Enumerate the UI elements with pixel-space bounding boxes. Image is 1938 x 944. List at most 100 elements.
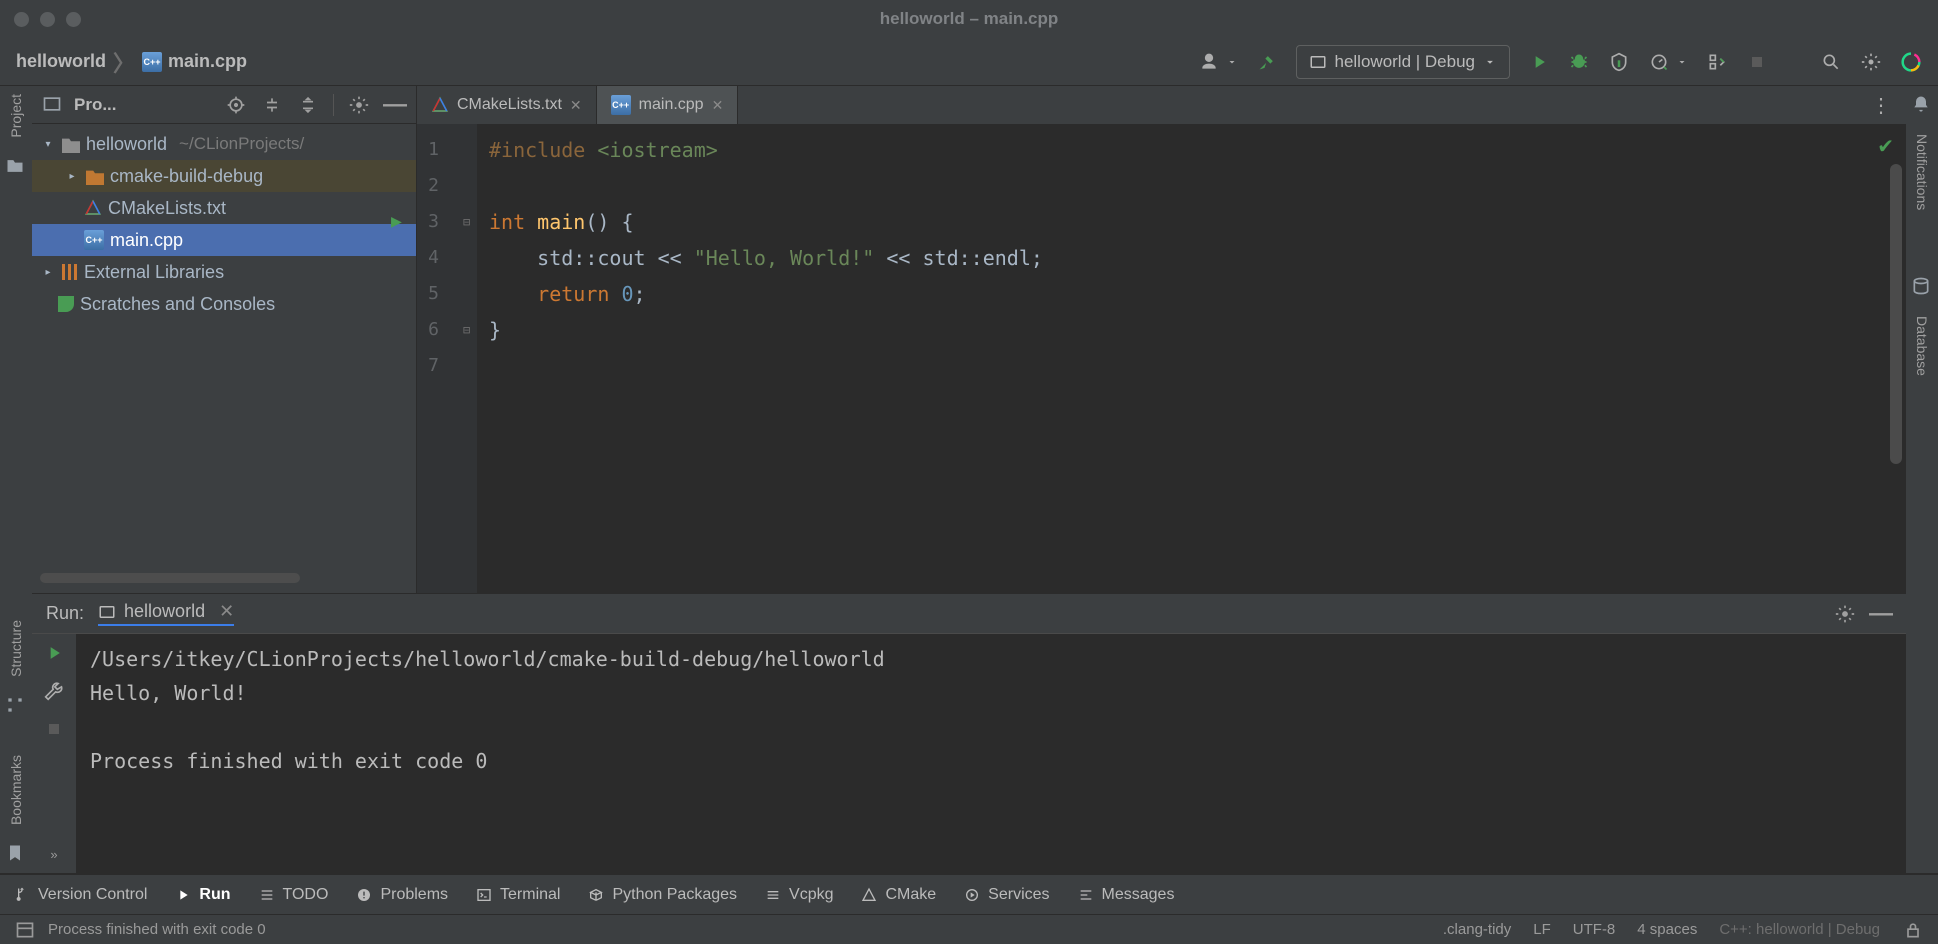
run-gutter-icon[interactable]: ▶	[391, 204, 402, 240]
close-icon[interactable]: ✕	[570, 97, 582, 114]
database-icon[interactable]	[1911, 276, 1933, 298]
sidebar-tab-database[interactable]: Database	[1914, 316, 1930, 376]
sidebar-tab-structure[interactable]: Structure	[8, 620, 24, 677]
code-area[interactable]: #include <iostream> int main() { std::co…	[477, 124, 1906, 593]
bell-icon[interactable]	[1911, 94, 1933, 116]
status-line-ending[interactable]: LF	[1533, 921, 1551, 938]
library-icon	[62, 264, 78, 280]
close-icon[interactable]: ✕	[219, 601, 234, 622]
tab-todo[interactable]: TODO	[259, 886, 329, 904]
code-token	[489, 282, 537, 306]
close-icon[interactable]: ✕	[712, 97, 724, 114]
wrench-icon[interactable]	[43, 680, 65, 702]
stop-icon[interactable]	[43, 718, 65, 740]
sidebar-tab-notifications[interactable]: Notifications	[1914, 134, 1930, 210]
settings-gear-icon[interactable]	[1860, 51, 1882, 73]
stop-icon[interactable]	[1746, 51, 1768, 73]
user-icon[interactable]	[1198, 51, 1220, 73]
editor-gutter[interactable]: 1 2 3 ▶ ⊟ 4 5 6 ⊟ 7	[417, 124, 477, 593]
tab-terminal[interactable]: Terminal	[476, 886, 560, 904]
locate-icon[interactable]	[225, 94, 247, 116]
editor-tab-main[interactable]: C++ main.cpp ✕	[597, 86, 739, 124]
bookmark-icon[interactable]	[5, 843, 27, 865]
sidebar-tab-bookmarks[interactable]: Bookmarks	[8, 755, 24, 825]
maximize-window-icon[interactable]	[66, 12, 81, 27]
chevron-down-icon[interactable]: ▾	[40, 139, 56, 150]
folder-icon	[62, 135, 80, 153]
tree-scratches[interactable]: Scratches and Consoles	[32, 288, 416, 320]
status-context[interactable]: C++: helloworld | Debug	[1719, 921, 1880, 938]
minimize-window-icon[interactable]	[40, 12, 55, 27]
debug-icon[interactable]	[1568, 51, 1590, 73]
tree-file-cmake[interactable]: CMakeLists.txt	[32, 192, 416, 224]
tree-item-path: ~/CLionProjects/	[179, 134, 304, 154]
status-indent[interactable]: 4 spaces	[1637, 921, 1697, 938]
collapse-all-icon[interactable]	[297, 94, 319, 116]
run-output[interactable]: /Users/itkey/CLionProjects/helloworld/cm…	[76, 634, 1906, 873]
fold-end-icon[interactable]: ⊟	[463, 312, 470, 348]
tab-vcpkg[interactable]: Vcpkg	[765, 886, 833, 904]
folder-icon	[86, 167, 104, 185]
run-config-label: helloworld | Debug	[1335, 52, 1476, 72]
line-number: 7	[417, 348, 453, 384]
more-icon[interactable]: ⋮	[1870, 94, 1892, 116]
tree-file-main[interactable]: C++ main.cpp	[32, 224, 416, 256]
tool-windows-icon[interactable]	[14, 919, 36, 941]
run-config-tab[interactable]: helloworld ✕	[98, 601, 234, 626]
editor-tab-cmake[interactable]: CMakeLists.txt ✕	[417, 86, 597, 124]
chevron-down-icon[interactable]	[1226, 51, 1238, 73]
rerun-icon[interactable]	[43, 642, 65, 664]
gear-icon[interactable]	[1834, 603, 1856, 625]
project-tree[interactable]: ▾ helloworld ~/CLionProjects/ ▸ cmake-bu…	[32, 124, 416, 569]
tab-run[interactable]: Run	[175, 886, 230, 904]
breadcrumb-file[interactable]: main.cpp	[168, 51, 247, 72]
fold-start-icon[interactable]: ⊟	[463, 204, 470, 240]
tab-problems[interactable]: Problems	[356, 886, 448, 904]
line-number: 1	[417, 132, 453, 168]
status-clang-tidy[interactable]: .clang-tidy	[1443, 921, 1511, 938]
line-number: 3 ▶ ⊟	[417, 204, 453, 240]
tab-python-packages[interactable]: Python Packages	[588, 886, 737, 904]
chevron-right-icon[interactable]: ▸	[40, 267, 56, 278]
breadcrumb-root[interactable]: helloworld	[16, 51, 106, 72]
structure-icon[interactable]	[5, 695, 27, 717]
tab-label: Version Control	[38, 886, 147, 904]
jetbrains-logo-icon[interactable]	[1900, 51, 1922, 73]
hide-panel-icon[interactable]: —	[1870, 603, 1892, 625]
project-view-icon[interactable]	[42, 94, 64, 116]
tab-version-control[interactable]: Version Control	[14, 886, 147, 904]
coverage-icon[interactable]	[1608, 51, 1630, 73]
hide-panel-icon[interactable]: —	[384, 94, 406, 116]
tab-cmake[interactable]: CMake	[861, 886, 936, 904]
tree-item-label: main.cpp	[110, 230, 183, 251]
close-window-icon[interactable]	[14, 12, 29, 27]
expand-all-icon[interactable]	[261, 94, 283, 116]
chevron-down-icon[interactable]	[1676, 51, 1688, 73]
chevron-right-icon[interactable]: ▸	[64, 171, 80, 182]
tab-label: Terminal	[500, 886, 560, 904]
tab-label: Services	[988, 886, 1049, 904]
run-icon[interactable]	[1528, 51, 1550, 73]
vertical-scrollbar[interactable]	[1890, 164, 1902, 464]
tab-messages[interactable]: Messages	[1078, 886, 1175, 904]
right-tool-rail: Notifications Database	[1906, 86, 1938, 873]
attach-icon[interactable]	[1706, 51, 1728, 73]
hammer-build-icon[interactable]	[1256, 51, 1278, 73]
breadcrumb: helloworld 〉 C++ main.cpp	[16, 46, 247, 78]
profile-icon[interactable]	[1648, 51, 1670, 73]
status-encoding[interactable]: UTF-8	[1573, 921, 1616, 938]
tab-services[interactable]: Services	[964, 886, 1049, 904]
inspection-ok-icon[interactable]: ✔	[1877, 134, 1894, 159]
lock-icon[interactable]	[1902, 919, 1924, 941]
horizontal-scrollbar[interactable]	[40, 573, 408, 587]
sidebar-tab-project[interactable]: Project	[8, 94, 24, 138]
tree-folder-build[interactable]: ▸ cmake-build-debug	[32, 160, 416, 192]
expand-icon[interactable]: »	[43, 843, 65, 865]
search-icon[interactable]	[1820, 51, 1842, 73]
run-config-selector[interactable]: helloworld | Debug	[1296, 45, 1511, 79]
tree-external-libraries[interactable]: ▸ External Libraries	[32, 256, 416, 288]
gear-icon[interactable]	[348, 94, 370, 116]
code-token: "Hello, World!"	[694, 246, 875, 270]
tree-root-folder[interactable]: ▾ helloworld ~/CLionProjects/	[32, 128, 416, 160]
folder-icon[interactable]	[5, 156, 27, 178]
